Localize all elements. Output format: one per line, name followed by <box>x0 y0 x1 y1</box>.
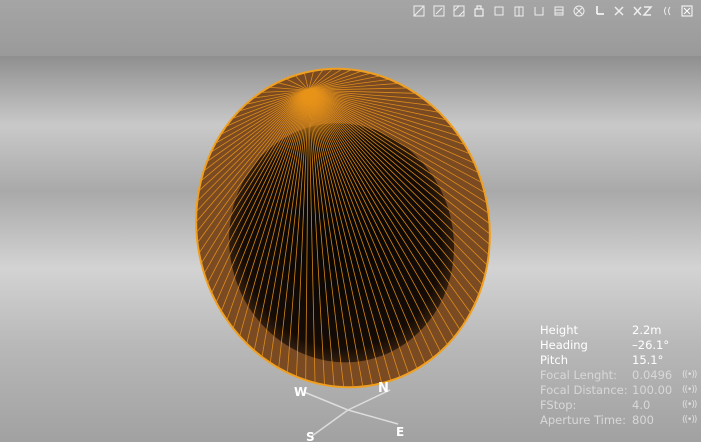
compass-north: N <box>378 381 389 396</box>
focal-distance-value: 100.00 <box>632 383 673 397</box>
heading-row: Heading –26.1° <box>540 338 696 353</box>
fstop-dial-icon[interactable]: ((•)) <box>682 398 697 413</box>
heading-label: Heading <box>540 338 588 352</box>
aperture-time-row[interactable]: Aperture Time: 800 ((•)) <box>540 413 697 428</box>
camera-info-panel: Height 2.2m Heading –26.1° Pitch 15.1° F… <box>540 323 697 428</box>
focal-length-label: Focal Lenght: <box>540 368 618 382</box>
compass-east: E <box>396 425 404 439</box>
fstop-row[interactable]: FStop: 4.0 ((•)) <box>540 398 697 413</box>
heading-value: –26.1° <box>632 338 670 352</box>
aperture-time-label: Aperture Time: <box>540 413 626 427</box>
height-row: Height 2.2m <box>540 323 696 338</box>
pitch-label: Pitch <box>540 353 568 367</box>
fstop-value: 4.0 <box>632 398 651 412</box>
height-value: 2.2m <box>632 323 662 337</box>
pitch-row: Pitch 15.1° <box>540 353 696 368</box>
height-label: Height <box>540 323 579 337</box>
focal-distance-label: Focal Distance: <box>540 383 628 397</box>
pitch-value: 15.1° <box>632 353 664 367</box>
focal-length-dial-icon[interactable]: ((•)) <box>682 368 697 383</box>
compass-west: W <box>294 385 307 399</box>
focal-length-row[interactable]: Focal Lenght: 0.0496 ((•)) <box>540 368 697 383</box>
focal-length-value: 0.0496 <box>632 368 673 382</box>
focal-distance-row[interactable]: Focal Distance: 100.00 ((•)) <box>540 383 697 398</box>
compass-south: S <box>306 430 315 442</box>
aperture-time-dial-icon[interactable]: ((•)) <box>682 413 697 428</box>
compass-rose: N W E S <box>294 381 404 442</box>
aperture-time-value: 800 <box>632 413 654 427</box>
focal-distance-dial-icon[interactable]: ((•)) <box>682 383 697 398</box>
fstop-label: FStop: <box>540 398 577 412</box>
